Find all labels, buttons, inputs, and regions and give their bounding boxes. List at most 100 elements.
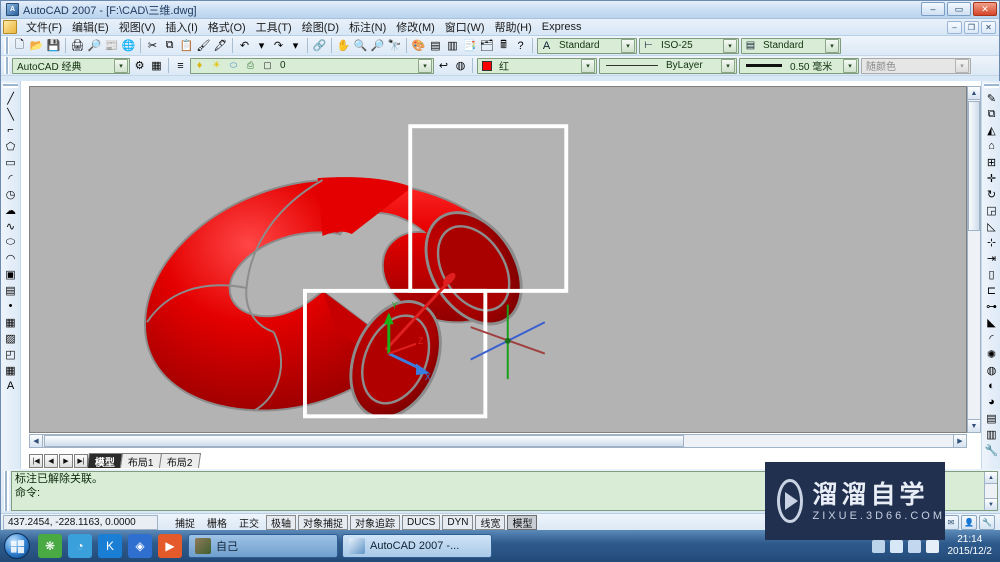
menu-modify[interactable]: 修改(M) xyxy=(391,18,440,36)
help-icon[interactable]: ? xyxy=(512,37,529,54)
copy-icon[interactable]: ⧉ xyxy=(161,37,178,54)
plot-icon[interactable]: 🖨 xyxy=(69,37,86,54)
toolbar-grip[interactable] xyxy=(4,37,9,54)
break-icon[interactable]: ⊏ xyxy=(983,282,1000,298)
multiline-text-icon[interactable]: A xyxy=(2,378,19,394)
status-toggle-DUCS[interactable]: DUCS xyxy=(402,515,441,530)
taskbar-button[interactable]: AutoCAD 2007 -... xyxy=(342,534,492,558)
rotate-icon[interactable]: ↻ xyxy=(983,186,1000,202)
quickcalc-icon[interactable]: 🖩 xyxy=(495,37,512,54)
scale-icon[interactable]: ◲ xyxy=(983,202,1000,218)
scroll-left-icon[interactable]: ◀ xyxy=(30,435,43,447)
undo-dropdown-icon[interactable]: ▾ xyxy=(253,37,270,54)
zoom-realtime-icon[interactable]: 🔍 xyxy=(352,37,369,54)
save-icon[interactable]: 💾 xyxy=(45,37,62,54)
redo-icon[interactable]: ↷ xyxy=(270,37,287,54)
mirror-icon[interactable]: ◭ xyxy=(983,122,1000,138)
tab-model[interactable]: 模型 xyxy=(86,453,124,469)
scroll-up-icon[interactable]: ▲ xyxy=(968,87,980,100)
break-at-point-icon[interactable]: ▯ xyxy=(983,266,1000,282)
menu-window[interactable]: 窗口(W) xyxy=(440,18,490,36)
linetype-combo[interactable]: ByLayer ▾ xyxy=(599,57,737,74)
extend-icon[interactable]: ⇥ xyxy=(983,250,1000,266)
text-style-combo[interactable]: A Standard ▾ xyxy=(537,37,637,54)
chamfer-icon[interactable]: ◣ xyxy=(983,314,1000,330)
chevron-down-icon[interactable]: ▾ xyxy=(843,58,857,73)
tab-layout2[interactable]: 布局2 xyxy=(158,453,201,469)
chevron-down-icon[interactable]: ▾ xyxy=(721,58,735,73)
tab-next-button[interactable]: ▶ xyxy=(59,454,73,468)
chevron-down-icon[interactable]: ▾ xyxy=(621,38,635,53)
menu-tools[interactable]: 工具(T) xyxy=(251,18,297,36)
block-editor-icon[interactable]: 🖋 xyxy=(212,37,229,54)
pan-realtime-icon[interactable]: ✋ xyxy=(335,37,352,54)
erase-icon[interactable]: ✎ xyxy=(983,90,1000,106)
status-toggle-栅格[interactable]: 栅格 xyxy=(202,515,232,530)
table-icon[interactable]: ▦ xyxy=(2,362,19,378)
layer-lock-icon[interactable]: ⬭ xyxy=(226,58,241,73)
chevron-down-icon[interactable]: ▾ xyxy=(581,58,595,73)
ime-icon[interactable] xyxy=(907,539,921,553)
menu-draw[interactable]: 绘图(D) xyxy=(297,18,344,36)
construction-line-icon[interactable]: ╲ xyxy=(2,106,19,122)
trim-icon[interactable]: ⊹ xyxy=(983,234,1000,250)
zoom-previous-icon[interactable]: 🔭 xyxy=(386,37,403,54)
utility-icon[interactable]: 🔧 xyxy=(983,442,1000,458)
rectangle-icon[interactable]: ▭ xyxy=(2,154,19,170)
status-toggle-对象捕捉[interactable]: 对象捕捉 xyxy=(298,515,348,530)
arc-icon[interactable]: ◜ xyxy=(2,170,19,186)
mdi-close-button[interactable]: ✕ xyxy=(981,20,996,34)
kingsoft-icon[interactable]: K xyxy=(98,534,122,558)
minimize-button[interactable]: – xyxy=(921,2,945,16)
menu-dimension[interactable]: 标注(N) xyxy=(344,18,391,36)
insert-block-icon[interactable]: ▣ xyxy=(2,266,19,282)
scroll-down-icon[interactable]: ▼ xyxy=(985,498,997,510)
mdi-restore-button[interactable]: ❐ xyxy=(964,20,979,34)
chevron-down-icon[interactable]: ▾ xyxy=(114,58,128,73)
status-toggle-捕捉[interactable]: 捕捉 xyxy=(170,515,200,530)
status-toggle-线宽[interactable]: 线宽 xyxy=(475,515,506,530)
layer-tools-icon[interactable]: ▥ xyxy=(983,426,1000,442)
point-icon[interactable]: • xyxy=(2,298,19,314)
properties-icon[interactable]: 🎨 xyxy=(410,37,427,54)
coordinates-display[interactable]: 437.2454, -228.1163, 0.0000 xyxy=(3,515,158,530)
markup-set-manager-icon[interactable]: 🗂 xyxy=(478,37,495,54)
toolbar-grip[interactable] xyxy=(4,57,9,74)
offset-icon[interactable]: ⌂ xyxy=(983,138,1000,154)
visual-styles-icon[interactable]: ◐ xyxy=(983,378,1000,394)
command-scrollbar[interactable]: ▲ ▼ xyxy=(984,472,997,510)
tab-last-button[interactable]: ▶| xyxy=(74,454,88,468)
communication-center-icon[interactable]: ✉ xyxy=(943,515,959,530)
circle-icon[interactable]: ◷ xyxy=(2,186,19,202)
layer-states-icon[interactable]: ◍ xyxy=(452,57,469,74)
color-combo[interactable]: 红 ▾ xyxy=(477,57,597,74)
table-style-combo[interactable]: ▤ Standard ▾ xyxy=(741,37,841,54)
tab-layout1[interactable]: 布局1 xyxy=(119,453,162,469)
polygon-icon[interactable]: ⬠ xyxy=(2,138,19,154)
maximize-button[interactable]: ▭ xyxy=(947,2,971,16)
layer-freeze-icon[interactable]: ☀ xyxy=(209,58,224,73)
zoom-window-icon[interactable]: 🔎 xyxy=(369,37,386,54)
copy-object-icon[interactable]: ⧉ xyxy=(983,106,1000,122)
join-icon[interactable]: ⊶ xyxy=(983,298,1000,314)
region-icon[interactable]: ◰ xyxy=(2,346,19,362)
scroll-up-icon[interactable]: ▲ xyxy=(985,472,997,484)
media-player-icon[interactable]: ▶ xyxy=(158,534,182,558)
scroll-right-icon[interactable]: ▶ xyxy=(953,435,966,447)
workspace-settings-icon[interactable]: ⚙ xyxy=(131,57,148,74)
dim-style-combo[interactable]: ⊢ ISO-25 ▾ xyxy=(639,37,739,54)
mdi-minimize-button[interactable]: – xyxy=(947,20,962,34)
status-toggle-对象追踪[interactable]: 对象追踪 xyxy=(350,515,400,530)
publish-icon[interactable]: 📰 xyxy=(103,37,120,54)
scroll-down-icon[interactable]: ▼ xyxy=(968,419,980,432)
network-icon[interactable] xyxy=(871,539,885,553)
command-window-grip[interactable] xyxy=(4,471,9,511)
layer-color-icon[interactable]: ▢ xyxy=(260,58,275,73)
lineweight-combo[interactable]: 0.50 毫米 ▾ xyxy=(739,57,859,74)
drawing-area[interactable]: Y X Z xyxy=(29,86,967,433)
menu-edit[interactable]: 编辑(E) xyxy=(67,18,114,36)
new-icon[interactable]: 🗋 xyxy=(11,37,28,54)
close-button[interactable]: ✕ xyxy=(973,2,997,16)
properties-panel-icon[interactable]: ▤ xyxy=(983,410,1000,426)
designcenter-icon[interactable]: ▤ xyxy=(427,37,444,54)
